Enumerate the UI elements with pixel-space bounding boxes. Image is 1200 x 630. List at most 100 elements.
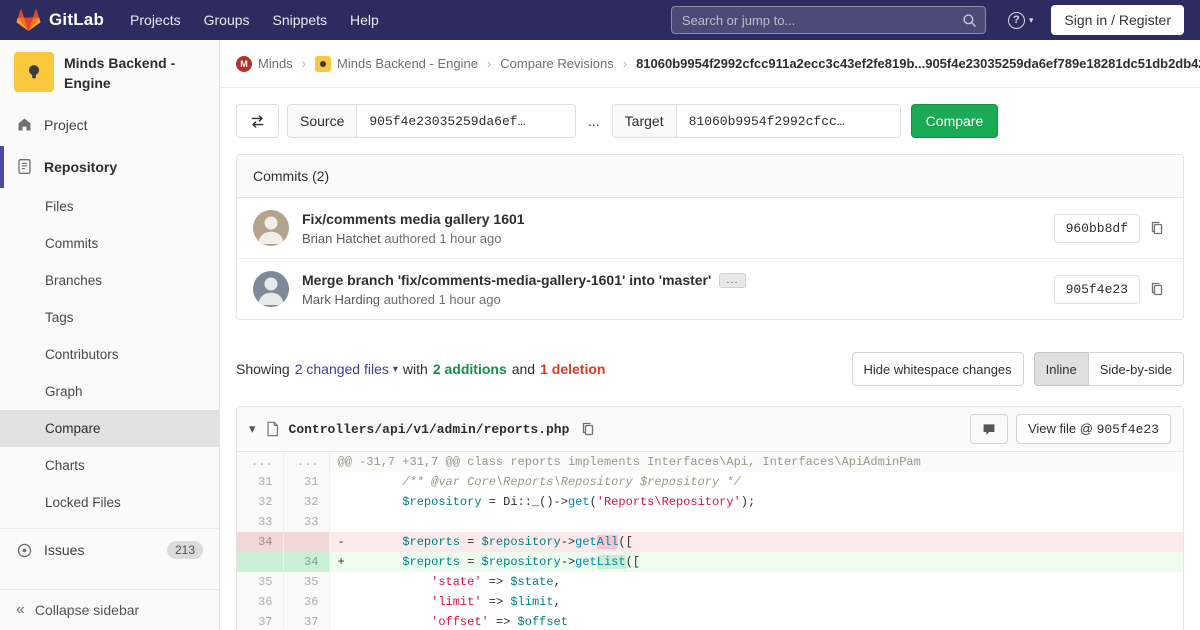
- old-line-number[interactable]: 35: [237, 572, 284, 592]
- view-file-button[interactable]: View file @ 905f4e23: [1015, 414, 1171, 444]
- copy-file-path-button[interactable]: [578, 419, 598, 439]
- file-diff-header: ▾ Controllers/api/v1/admin/reports.php V…: [237, 407, 1183, 452]
- caret-down-icon: ▾: [392, 363, 398, 375]
- breadcrumb-separator: ›: [301, 56, 307, 71]
- diff-line-add: 34 + $reports = $repository->getList([: [237, 552, 1183, 572]
- commit-title-link[interactable]: Merge branch 'fix/comments-media-gallery…: [302, 272, 711, 288]
- commit-author-link[interactable]: Mark Harding: [302, 292, 380, 307]
- new-line-number[interactable]: 37: [283, 612, 330, 630]
- collapse-diff-caret[interactable]: ▾: [249, 421, 256, 437]
- project-context[interactable]: Minds Backend - Engine: [0, 40, 219, 104]
- new-line-number[interactable]: 36: [283, 592, 330, 612]
- new-line-number[interactable]: 33: [283, 512, 330, 532]
- copy-icon: [1151, 221, 1163, 235]
- old-line-number[interactable]: 37: [237, 612, 284, 630]
- issues-icon: [16, 542, 33, 559]
- commit-sha-group: 960bb8df: [1053, 213, 1167, 243]
- hide-whitespace-button[interactable]: Hide whitespace changes: [851, 352, 1024, 386]
- sidebar-item-compare[interactable]: Compare: [0, 409, 219, 447]
- diff-line-content: /** @var Core\Reports\Repository $reposi…: [329, 472, 1183, 492]
- old-line-number[interactable]: 31: [237, 472, 284, 492]
- inline-view-button[interactable]: Inline: [1033, 352, 1089, 386]
- commit-author-link[interactable]: Brian Hatchet: [302, 231, 381, 246]
- sidebar-item-tags[interactable]: Tags: [0, 299, 219, 336]
- diff-line-marker: [338, 495, 345, 509]
- new-line-number[interactable]: 32: [283, 492, 330, 512]
- sidebar-item-commits[interactable]: Commits: [0, 225, 219, 262]
- nav-item-help[interactable]: Help: [350, 12, 379, 28]
- diff-line-context: 36 36 'limit' => $limit,: [237, 592, 1183, 612]
- sidebar-item-locked-files[interactable]: Locked Files: [0, 484, 219, 521]
- old-line-number: ...: [237, 452, 284, 472]
- help-menu[interactable]: ? ▾: [1007, 11, 1033, 29]
- breadcrumb-link[interactable]: Compare Revisions: [500, 56, 613, 71]
- sidebar-item-issues[interactable]: Issues 213: [0, 527, 219, 572]
- target-input[interactable]: [676, 105, 900, 137]
- file-actions: View file @ 905f4e23: [969, 414, 1171, 444]
- search-input[interactable]: [671, 7, 985, 33]
- copy-sha-button[interactable]: [1147, 279, 1167, 299]
- sidebar-item-label: Project: [44, 116, 88, 133]
- nav-item-projects[interactable]: Projects: [130, 12, 181, 28]
- breadcrumb-link[interactable]: Minds Backend - Engine: [315, 55, 478, 72]
- diff-line-marker: [338, 595, 345, 609]
- gitlab-logo[interactable]: GitLab: [16, 8, 104, 32]
- commit-title-link[interactable]: Fix/comments media gallery 1601: [302, 211, 525, 227]
- nav-item-groups[interactable]: Groups: [204, 12, 250, 28]
- source-input[interactable]: [357, 105, 575, 137]
- sidebar-item-files[interactable]: Files: [0, 188, 219, 225]
- sidebar-item-project[interactable]: Project: [0, 104, 219, 146]
- sidebar-item-graph[interactable]: Graph: [0, 373, 219, 410]
- compare-form: Source ... Target Compare: [236, 104, 1184, 138]
- sidebar-item-charts[interactable]: Charts: [0, 447, 219, 484]
- repository-submenu: Files Commits Branches Tags Contributors Grap…: [0, 188, 219, 521]
- toggle-comments-button[interactable]: [969, 414, 1008, 444]
- old-line-number[interactable]: 33: [237, 512, 284, 532]
- diff-line-content: 'offset' => $offset: [329, 612, 1183, 630]
- new-line-number[interactable]: 34: [283, 552, 330, 572]
- diff-view-toggle-group: Inline Side-by-side: [1033, 352, 1184, 386]
- changed-files-dropdown[interactable]: 2 changed files ▾: [295, 361, 398, 377]
- project-name: Minds Backend - Engine: [64, 55, 176, 92]
- main-nav: Projects Groups Snippets Help: [130, 12, 402, 28]
- old-line-number[interactable]: 34: [237, 532, 284, 552]
- copy-sha-button[interactable]: [1147, 218, 1167, 238]
- file-path: Controllers/api/v1/admin/reports.php: [288, 421, 570, 437]
- side-by-side-view-button[interactable]: Side-by-side: [1087, 352, 1184, 386]
- new-line-number[interactable]: [283, 532, 330, 552]
- diff-line-content: 'state' => $state,: [329, 572, 1183, 592]
- search-icon[interactable]: [962, 13, 977, 28]
- diff-line-match: ...... @@ -31,7 +31,7 @@ class reports im…: [237, 452, 1183, 472]
- breadcrumb-link[interactable]: M Minds: [236, 55, 293, 72]
- commit-message-expander[interactable]: ...: [719, 272, 746, 288]
- diff-line-marker: +: [337, 555, 345, 569]
- source-label: Source: [288, 105, 358, 137]
- new-line-number[interactable]: 35: [283, 572, 330, 592]
- nav-item-snippets[interactable]: Snippets: [273, 12, 327, 28]
- compare-button[interactable]: Compare: [910, 104, 999, 138]
- commits-panel: Commits (2) Fix/comments media gallery 1…: [236, 154, 1184, 320]
- sidebar-item-contributors[interactable]: Contributors: [0, 336, 219, 373]
- gitlab-compare-page: GitLab Projects Groups Snippets Help ? ▾ Si…: [0, 0, 1200, 630]
- sidebar-item-repository[interactable]: Repository: [0, 145, 219, 188]
- sign-in-button[interactable]: Sign in / Register: [1051, 5, 1184, 35]
- new-line-number[interactable]: 31: [283, 472, 330, 492]
- target-label: Target: [612, 105, 677, 137]
- sidebar-item-branches[interactable]: Branches: [0, 262, 219, 299]
- commit-author-avatar: [253, 210, 289, 246]
- diff-line-context: 33 33: [237, 512, 1183, 532]
- old-line-number[interactable]: 32: [237, 492, 284, 512]
- commit-sha-button[interactable]: 960bb8df: [1053, 213, 1140, 243]
- home-icon: [16, 116, 33, 133]
- copy-icon: [1151, 282, 1163, 296]
- commit-sha-button[interactable]: 905f4e23: [1053, 274, 1140, 304]
- commit-meta: Brian Hatchet authored 1 hour ago: [302, 231, 1041, 246]
- diff-line-context: 37 37 'offset' => $offset: [237, 612, 1183, 630]
- old-line-number[interactable]: [237, 552, 284, 572]
- swap-revisions-button[interactable]: [236, 104, 279, 138]
- diff-line-marker: [338, 615, 345, 629]
- main-content: M Minds › Minds Backend - Engine › Compare Re…: [220, 40, 1200, 630]
- commit-list: Fix/comments media gallery 1601 Brian Hat…: [237, 198, 1183, 319]
- old-line-number[interactable]: 36: [237, 592, 284, 612]
- collapse-sidebar-button[interactable]: « Collapse sidebar: [0, 589, 219, 630]
